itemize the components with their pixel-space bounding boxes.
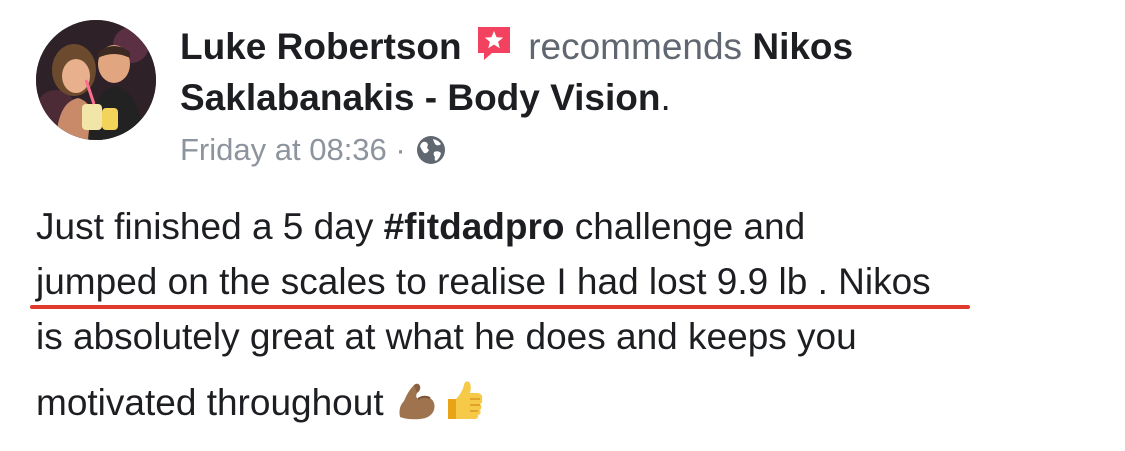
flexed-biceps-icon	[394, 377, 440, 423]
body-text: motivated throughout	[36, 382, 384, 423]
post-body-line-4: motivated throughout	[36, 377, 486, 426]
post-header-line-1: Luke Robertson recommends Nikos	[180, 23, 853, 69]
recommendation-star-icon	[474, 23, 514, 63]
author-name[interactable]: Luke Robertson	[180, 26, 462, 67]
post-meta: Friday at 08:36 ·	[180, 130, 448, 170]
action-text: recommends	[528, 26, 743, 67]
body-text: is absolutely great at what he does and …	[36, 316, 857, 357]
avatar[interactable]	[36, 20, 156, 140]
red-underline-annotation	[30, 305, 970, 309]
recommendation-post: Luke Robertson recommends Nikos Saklaban…	[0, 0, 1125, 451]
body-text: Nikos	[827, 261, 931, 302]
header-period: .	[660, 77, 671, 118]
post-body-line-2: jumped on the scales to realise I had lo…	[36, 259, 931, 305]
post-body-line-3: is absolutely great at what he does and …	[36, 314, 857, 360]
hashtag-link[interactable]: #fitdadpro	[384, 206, 565, 247]
highlighted-text: jumped on the scales to realise I had lo…	[36, 261, 828, 302]
page-name-part-1[interactable]: Nikos	[752, 26, 853, 67]
thumbs-up-icon	[440, 377, 486, 423]
post-header-line-2: Saklabanakis - Body Vision.	[180, 76, 671, 120]
timestamp[interactable]: Friday at 08:36	[180, 132, 387, 167]
globe-icon[interactable]	[414, 133, 448, 167]
body-text: Just finished a 5 day	[36, 206, 384, 247]
page-name-part-2[interactable]: Saklabanakis - Body Vision	[180, 77, 661, 118]
post-body-line-1: Just finished a 5 day #fitdadpro challen…	[36, 204, 805, 250]
meta-separator: ·	[395, 132, 406, 167]
body-text: challenge and	[564, 206, 806, 247]
avatar-photo	[36, 20, 156, 140]
